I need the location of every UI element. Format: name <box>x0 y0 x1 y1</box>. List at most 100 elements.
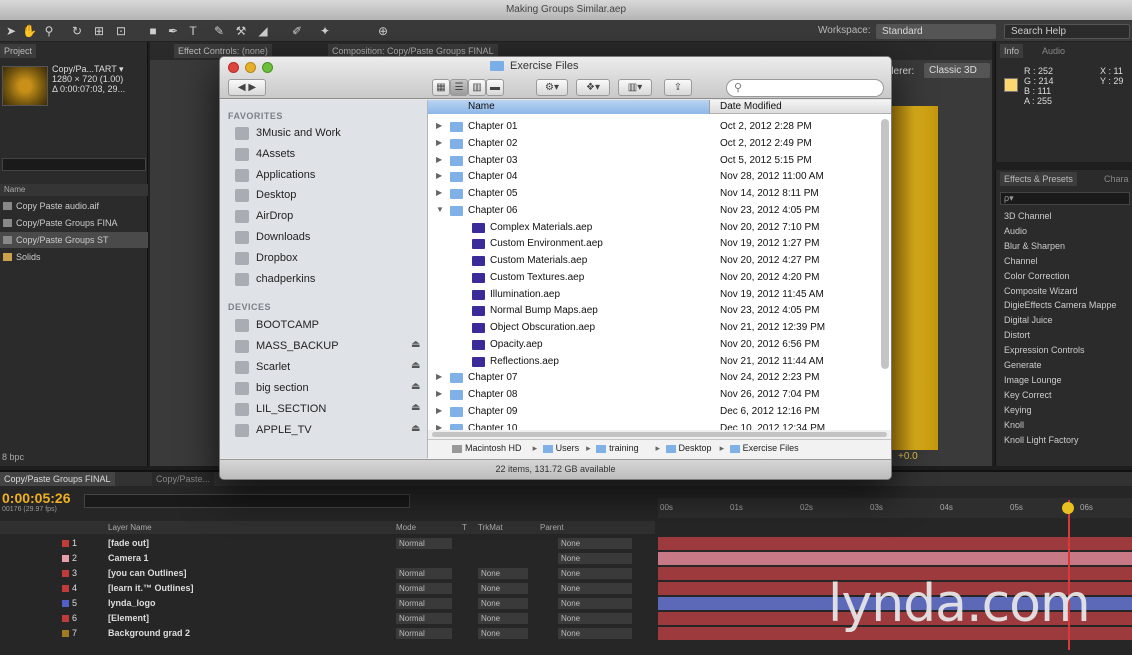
current-timecode[interactable]: 0:00:05:26 <box>2 490 71 506</box>
layer-name[interactable]: [Element] <box>108 611 149 626</box>
pen-tool-icon[interactable]: ✒ <box>166 24 180 38</box>
layer-mode-select[interactable]: Normal <box>396 628 452 639</box>
eject-icon[interactable]: ⏏ <box>411 402 420 413</box>
close-window-button[interactable] <box>228 62 239 73</box>
effect-category[interactable]: Color Correction <box>1004 271 1070 281</box>
layer-row[interactable]: 3 [you can Outlines] Normal None None <box>0 566 655 581</box>
layer-row[interactable]: 5 lynda_logo Normal None None <box>0 596 655 611</box>
bpc-toggle[interactable]: 8 bpc <box>2 452 24 462</box>
eject-icon[interactable]: ⏏ <box>411 339 420 350</box>
file-row[interactable]: Object Obscuration.aep Nov 21, 2012 12:39… <box>428 320 883 337</box>
effect-category[interactable]: 3D Channel <box>1004 211 1052 221</box>
sidebar-item[interactable]: chadperkins <box>235 270 425 290</box>
layer-trkmat-select[interactable]: None <box>478 583 528 594</box>
device-item[interactable]: LIL_SECTION ⏏ <box>235 400 425 420</box>
layer-name[interactable]: lynda_logo <box>108 596 156 611</box>
layer-row[interactable]: 4 [learn it.™ Outlines] Normal None None <box>0 581 655 596</box>
device-item[interactable]: MASS_BACKUP ⏏ <box>235 337 425 357</box>
layer-mode-select[interactable]: Normal <box>396 583 452 594</box>
effect-category[interactable]: Channel <box>1004 256 1038 266</box>
action-menu-gear-icon[interactable]: ⚙▾ <box>536 79 568 96</box>
layer-parent-select[interactable]: None <box>558 583 632 594</box>
disclosure-closed-icon[interactable]: ▶ <box>436 188 442 197</box>
file-row[interactable]: Custom Materials.aep Nov 20, 2012 4:27 PM <box>428 253 883 270</box>
device-item[interactable]: Scarlet ⏏ <box>235 358 425 378</box>
effect-category[interactable]: Generate <box>1004 360 1042 370</box>
roto-brush-icon[interactable]: ✐ <box>290 24 304 38</box>
layer-duration-bar[interactable] <box>658 552 1132 565</box>
effect-category[interactable]: Image Lounge <box>1004 375 1062 385</box>
effect-category[interactable]: Composite Wizard <box>1004 286 1078 296</box>
effect-category[interactable]: Keying <box>1004 405 1032 415</box>
effect-category[interactable]: Knoll Light Factory <box>1004 435 1079 445</box>
selection-tool-icon[interactable]: ➤ <box>4 24 18 38</box>
sidebar-item[interactable]: Dropbox <box>235 249 425 269</box>
exposure-value[interactable]: +0.0 <box>898 451 918 462</box>
layer-label-color[interactable] <box>62 540 69 547</box>
disclosure-closed-icon[interactable]: ▶ <box>436 389 442 398</box>
file-row[interactable]: Opacity.aep Nov 20, 2012 6:56 PM <box>428 337 883 354</box>
shape-tool-icon[interactable]: ■ <box>146 24 160 38</box>
file-row[interactable]: Custom Textures.aep Nov 20, 2012 4:20 PM <box>428 270 883 287</box>
coverflow-view-icon[interactable]: ▬ <box>486 79 504 96</box>
col-mode[interactable]: Mode <box>396 521 416 534</box>
sidebar-item[interactable]: Downloads <box>235 228 425 248</box>
effects-presets-tab[interactable]: Effects & Presets <box>1000 172 1077 186</box>
effect-category[interactable]: DigieEffects Camera Mappe <box>1004 300 1116 310</box>
layer-trkmat-select[interactable]: None <box>478 628 528 639</box>
effect-category[interactable]: Knoll <box>1004 420 1024 430</box>
file-row[interactable]: Reflections.aep Nov 21, 2012 11:44 AM <box>428 354 883 371</box>
project-item[interactable]: Copy Paste audio.aif <box>0 198 148 214</box>
workspace-select[interactable]: Standard <box>876 24 996 39</box>
layer-parent-select[interactable]: None <box>558 538 632 549</box>
layer-row[interactable]: 1 [fade out] Normal None <box>0 536 655 551</box>
layer-mode-select[interactable]: Normal <box>396 598 452 609</box>
hand-tool-icon[interactable]: ✋ <box>22 24 37 38</box>
column-date-modified[interactable]: Date Modified <box>720 101 782 112</box>
disclosure-closed-icon[interactable]: ▶ <box>436 372 442 381</box>
sidebar-item[interactable]: 4Assets <box>235 145 425 165</box>
file-row[interactable]: Normal Bump Maps.aep Nov 23, 2012 4:05 PM <box>428 303 883 320</box>
layer-name[interactable]: Background grad 2 <box>108 626 190 641</box>
sidebar-item[interactable]: AirDrop <box>235 207 425 227</box>
layer-parent-select[interactable]: None <box>558 613 632 624</box>
rotation-tool-icon[interactable]: ↻ <box>70 24 84 38</box>
project-tab[interactable]: Project <box>0 44 37 58</box>
layer-name[interactable]: [fade out] <box>108 536 149 551</box>
finder-search-input[interactable] <box>726 79 884 97</box>
camera-tool-icon[interactable]: ⊞ <box>92 24 106 38</box>
layer-label-color[interactable] <box>62 585 69 592</box>
info-tab[interactable]: Info <box>1000 44 1024 58</box>
col-trkmat[interactable]: TrkMat <box>478 521 503 534</box>
layer-name[interactable]: [learn it.™ Outlines] <box>108 581 194 596</box>
sidebar-item[interactable]: Desktop <box>235 186 425 206</box>
layer-trkmat-select[interactable]: None <box>478 613 528 624</box>
timeline-search-input[interactable] <box>84 494 410 508</box>
layer-mode-select[interactable]: Normal <box>396 568 452 579</box>
share-icon[interactable]: ⇪ <box>664 79 692 96</box>
folder-row[interactable]: ▶ Chapter 05 Nov 14, 2012 8:11 PM <box>428 186 883 203</box>
eject-icon[interactable]: ⏏ <box>411 423 420 434</box>
puppet-tool-icon[interactable]: ✦ <box>318 24 332 38</box>
layer-label-color[interactable] <box>62 630 69 637</box>
character-tab[interactable]: Chara <box>1100 172 1132 186</box>
timeline-tab-final[interactable]: Copy/Paste Groups FINAL <box>0 472 115 486</box>
comp-name[interactable]: Copy/Pa...TART ▾ <box>52 64 125 74</box>
minimize-window-button[interactable] <box>245 62 256 73</box>
file-row[interactable]: Custom Environment.aep Nov 19, 2012 1:27 … <box>428 236 883 253</box>
project-item-selected[interactable]: Copy/Paste Groups ST <box>0 232 148 248</box>
disclosure-closed-icon[interactable]: ▶ <box>436 121 442 130</box>
axis-mode-icon[interactable]: ⊕ <box>376 24 390 38</box>
disclosure-closed-icon[interactable]: ▶ <box>436 171 442 180</box>
folder-row[interactable]: ▶ Chapter 08 Nov 26, 2012 7:04 PM <box>428 387 883 404</box>
layer-trkmat-select[interactable]: None <box>478 598 528 609</box>
type-tool-icon[interactable]: T <box>186 24 200 38</box>
effect-category[interactable]: Audio <box>1004 226 1027 236</box>
layer-label-color[interactable] <box>62 555 69 562</box>
vertical-scrollbar[interactable] <box>881 119 889 369</box>
playhead-handle[interactable] <box>1062 502 1074 514</box>
layer-parent-select[interactable]: None <box>558 568 632 579</box>
layer-name[interactable]: Camera 1 <box>108 551 149 566</box>
project-column-name[interactable]: Name <box>0 184 148 196</box>
effects-search-input[interactable]: ρ▾ <box>1000 192 1130 205</box>
